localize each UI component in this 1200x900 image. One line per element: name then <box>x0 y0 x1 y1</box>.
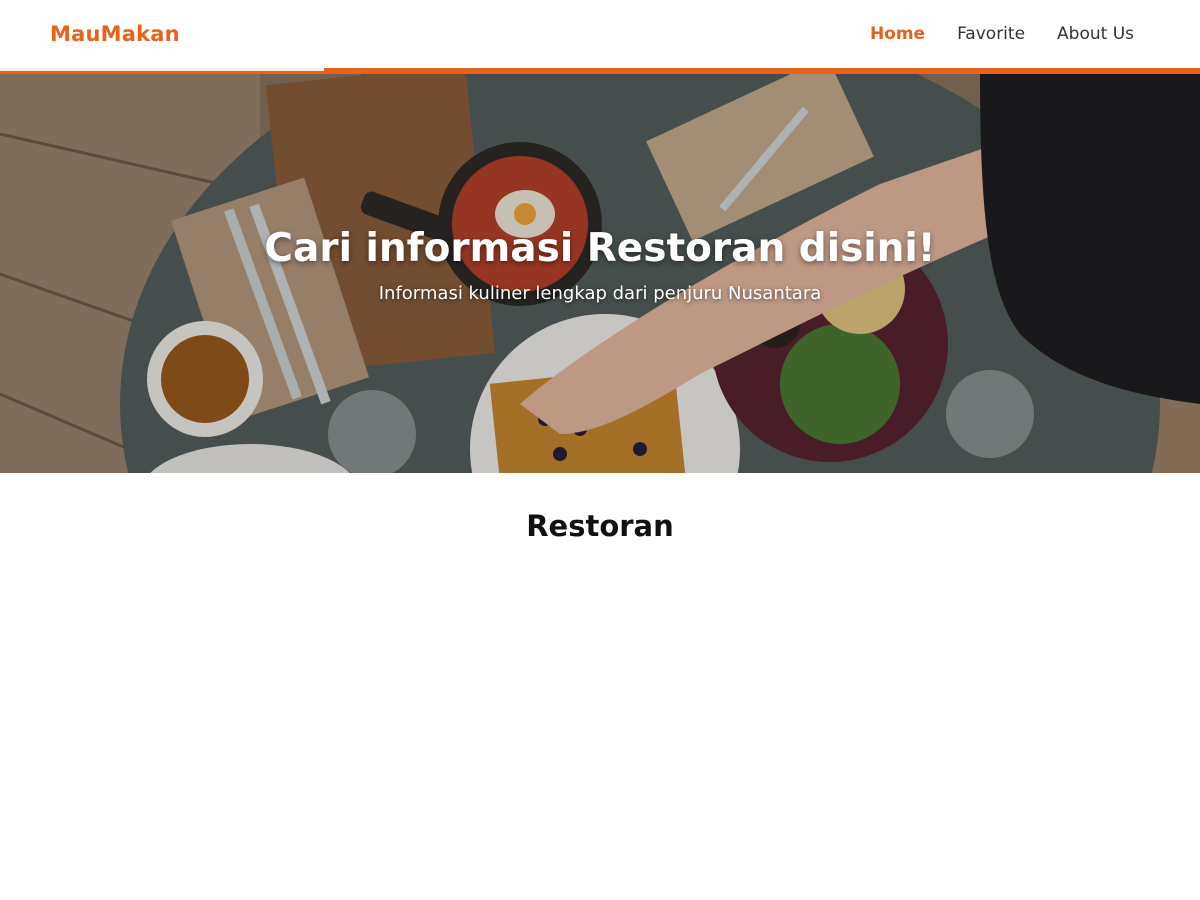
header-progress-segment <box>0 68 324 71</box>
hero-title: Cari informasi Restoran disini! <box>264 226 936 271</box>
nav-favorite[interactable]: Favorite <box>957 24 1025 44</box>
hero-subtitle: Informasi kuliner lengkap dari penjuru N… <box>378 282 822 304</box>
brand-logo[interactable]: MauMakan <box>50 22 180 46</box>
restaurant-section-title: Restoran <box>526 509 674 543</box>
main-nav: Home Favorite About Us <box>870 24 1134 44</box>
hero-banner: Cari informasi Restoran disini! Informas… <box>0 74 1200 473</box>
app-header: MauMakan Home Favorite About Us <box>0 0 1200 68</box>
nav-home[interactable]: Home <box>870 24 925 44</box>
nav-about-us[interactable]: About Us <box>1057 24 1134 44</box>
main-content: Restoran <box>0 473 1200 543</box>
hero-text: Cari informasi Restoran disini! Informas… <box>0 226 1200 304</box>
